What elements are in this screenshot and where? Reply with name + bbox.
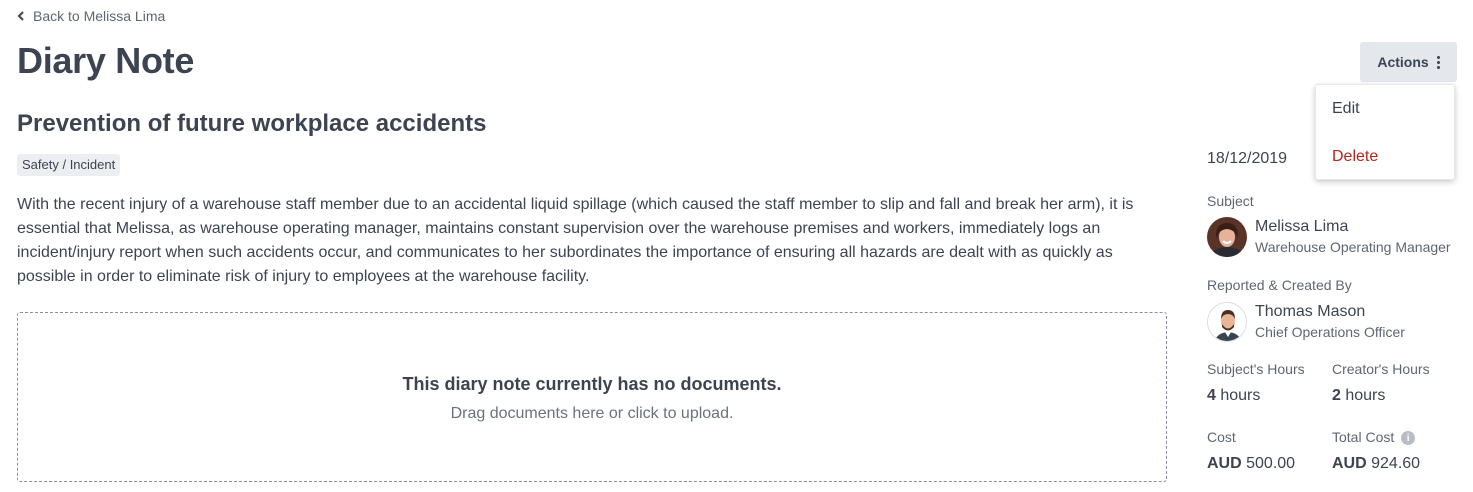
back-link[interactable]: Back to Melissa Lima: [17, 8, 165, 24]
creator-hours-label: Creator's Hours: [1332, 361, 1430, 377]
avatar: [1207, 217, 1247, 257]
reporter-avatar-icon: [1208, 303, 1246, 341]
menu-item-delete[interactable]: Delete: [1332, 148, 1378, 166]
cost-value: AUD 500.00: [1207, 455, 1295, 473]
dropzone-title: This diary note currently has no documen…: [402, 373, 782, 394]
note-date: 18/12/2019: [1207, 150, 1288, 167]
subject-role: Warehouse Operating Manager: [1255, 239, 1451, 255]
subject-hours-label: Subject's Hours: [1207, 361, 1305, 377]
chevron-left-icon: [17, 11, 24, 21]
subject-person[interactable]: Melissa Lima Warehouse Operating Manager: [1207, 217, 1455, 257]
subject-hours-unit: hours: [1220, 387, 1261, 404]
creator-hours-number: 2: [1332, 387, 1341, 404]
cost-currency: AUD: [1207, 455, 1242, 472]
info-icon[interactable]: i: [1401, 431, 1416, 446]
total-cost-currency: AUD: [1332, 455, 1367, 472]
category-tag: Safety / Incident: [17, 154, 121, 176]
creator-hours-value: 2 hours: [1332, 387, 1385, 405]
cost-amount: 500.00: [1246, 455, 1296, 472]
reporter-label: Reported & Created By: [1207, 277, 1352, 293]
avatar: [1207, 302, 1247, 342]
creator-hours-unit: hours: [1345, 387, 1386, 404]
subject-hours-number: 4: [1207, 387, 1216, 404]
actions-menu: Edit Delete: [1315, 84, 1455, 180]
back-link-label: Back to Melissa Lima: [33, 8, 166, 24]
document-dropzone[interactable]: This diary note currently has no documen…: [17, 312, 1167, 482]
subject-hours-value: 4 hours: [1207, 387, 1260, 405]
reporter-person[interactable]: Thomas Mason Chief Operations Officer: [1207, 302, 1455, 342]
total-cost-label: Total Cost i: [1332, 429, 1416, 446]
page-title: Diary Note: [17, 40, 195, 81]
kebab-icon: [1436, 55, 1440, 69]
dropzone-hint: Drag documents here or click to upload.: [450, 404, 734, 422]
menu-item-edit[interactable]: Edit: [1332, 100, 1360, 118]
total-cost-amount: 924.60: [1371, 455, 1421, 472]
reporter-name: Thomas Mason: [1255, 303, 1366, 320]
note-body: With the recent injury of a warehouse st…: [17, 196, 1134, 285]
subject-name: Melissa Lima: [1255, 218, 1349, 235]
reporter-role: Chief Operations Officer: [1255, 324, 1405, 340]
diary-note-page: Back to Melissa Lima Diary Note Actions …: [0, 0, 1473, 492]
total-cost-value: AUD 924.60: [1332, 455, 1420, 473]
subject-avatar-icon: [1207, 217, 1247, 257]
note-title: Prevention of future workplace accidents: [17, 110, 487, 137]
cost-label: Cost: [1207, 429, 1236, 445]
total-cost-label-text: Total Cost: [1332, 429, 1395, 445]
actions-button[interactable]: Actions: [1360, 42, 1457, 82]
subject-label: Subject: [1207, 193, 1254, 209]
actions-button-label: Actions: [1377, 54, 1429, 70]
